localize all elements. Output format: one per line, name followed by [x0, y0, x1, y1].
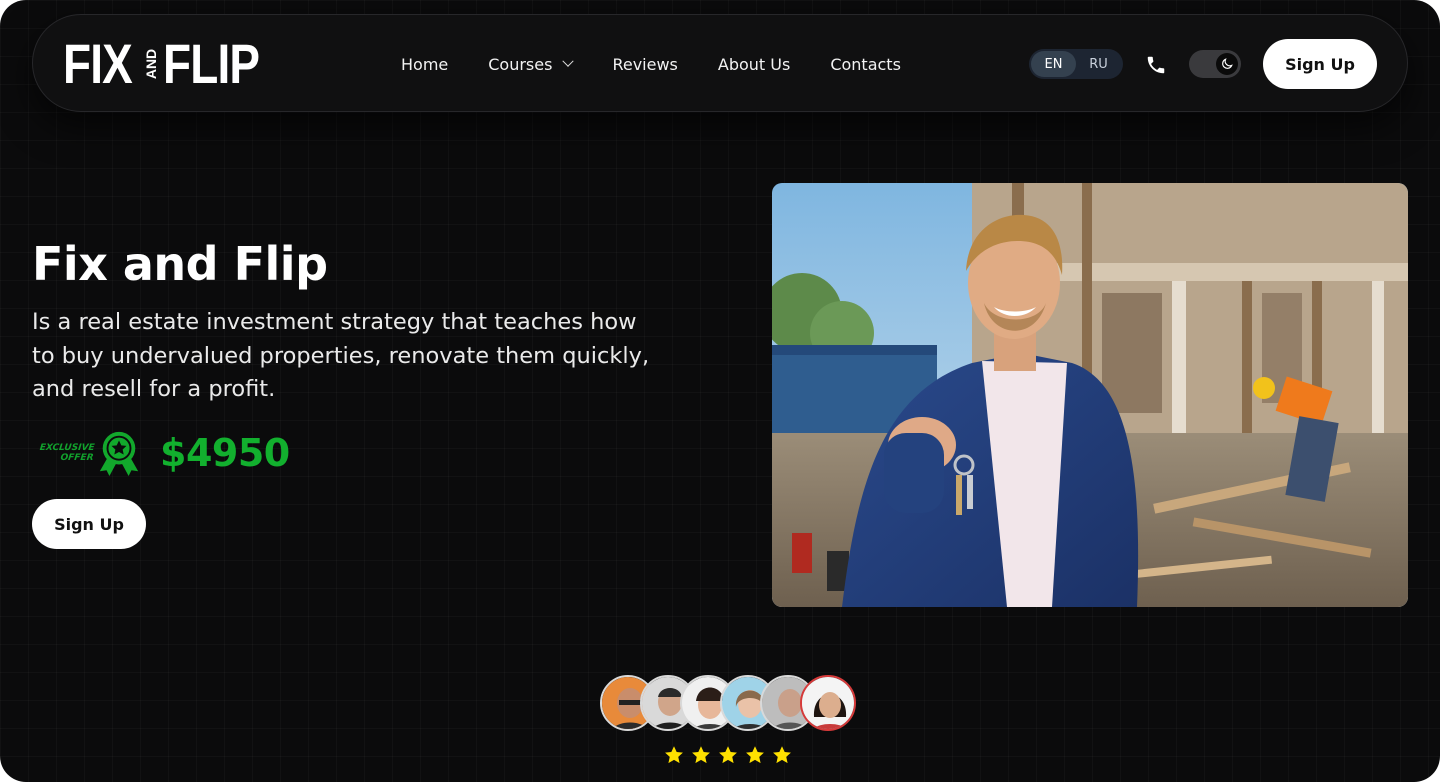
nav-item-reviews[interactable]: Reviews	[612, 55, 677, 74]
language-option-ru[interactable]: RU	[1076, 51, 1121, 77]
offer-line-2: OFFER	[59, 453, 94, 463]
site-header: FIX AND FLIP Home Courses Reviews About …	[32, 14, 1408, 112]
price-offer: EXCLUSIVE OFFER $4950	[32, 428, 290, 478]
page-frame: FIX AND FLIP Home Courses Reviews About …	[0, 0, 1440, 782]
nav-item-contacts[interactable]: Contacts	[830, 55, 901, 74]
avatar[interactable]	[800, 675, 856, 731]
moon-icon	[1222, 58, 1233, 69]
star-icon	[719, 746, 737, 764]
nav-item-courses[interactable]: Courses	[488, 54, 575, 74]
hero-title: Fix and Flip	[32, 237, 328, 291]
theme-toggle-knob	[1216, 53, 1238, 75]
award-ribbon-icon	[99, 431, 139, 476]
language-option-en[interactable]: EN	[1031, 51, 1076, 77]
logo-mini-and: AND	[143, 41, 159, 87]
reviewer-avatars	[600, 675, 860, 731]
nav-item-label: Courses	[488, 54, 553, 74]
header-signup-button[interactable]: Sign Up	[1263, 39, 1377, 89]
star-icon	[773, 746, 791, 764]
theme-toggle[interactable]	[1189, 50, 1241, 78]
nav-item-about-us[interactable]: About Us	[718, 55, 790, 74]
hero-photo-investor-with-keys	[772, 183, 1408, 607]
logo-word-fix: FIX	[63, 32, 133, 95]
nav-item-label: Home	[401, 54, 449, 74]
chevron-down-icon	[562, 55, 575, 67]
star-icon	[746, 746, 764, 764]
logo[interactable]: FIX AND FLIP	[63, 32, 280, 95]
star-icon	[665, 746, 683, 764]
language-switcher: EN RU	[1029, 49, 1123, 79]
hero-signup-button[interactable]: Sign Up	[32, 499, 146, 549]
star-icon	[692, 746, 710, 764]
logo-word-flip: FLIP	[163, 32, 260, 95]
rating-stars	[664, 745, 792, 765]
nav-item-label: Reviews	[612, 54, 678, 74]
hero-description: Is a real estate investment strategy tha…	[32, 309, 650, 402]
exclusive-offer-badge: EXCLUSIVE OFFER	[31, 443, 95, 463]
nav-item-label: About Us	[717, 54, 791, 74]
nav-item-label: Contacts	[830, 54, 901, 74]
logo-word-and: AND	[143, 48, 159, 80]
main-nav: Home Courses Reviews About Us Contacts	[401, 15, 901, 113]
offer-line-1: EXCLUSIVE	[39, 443, 96, 453]
course-price: $4950	[160, 431, 290, 475]
avatar-photo	[802, 677, 854, 729]
nav-item-home[interactable]: Home	[401, 55, 448, 74]
phone-icon[interactable]	[1145, 54, 1167, 76]
